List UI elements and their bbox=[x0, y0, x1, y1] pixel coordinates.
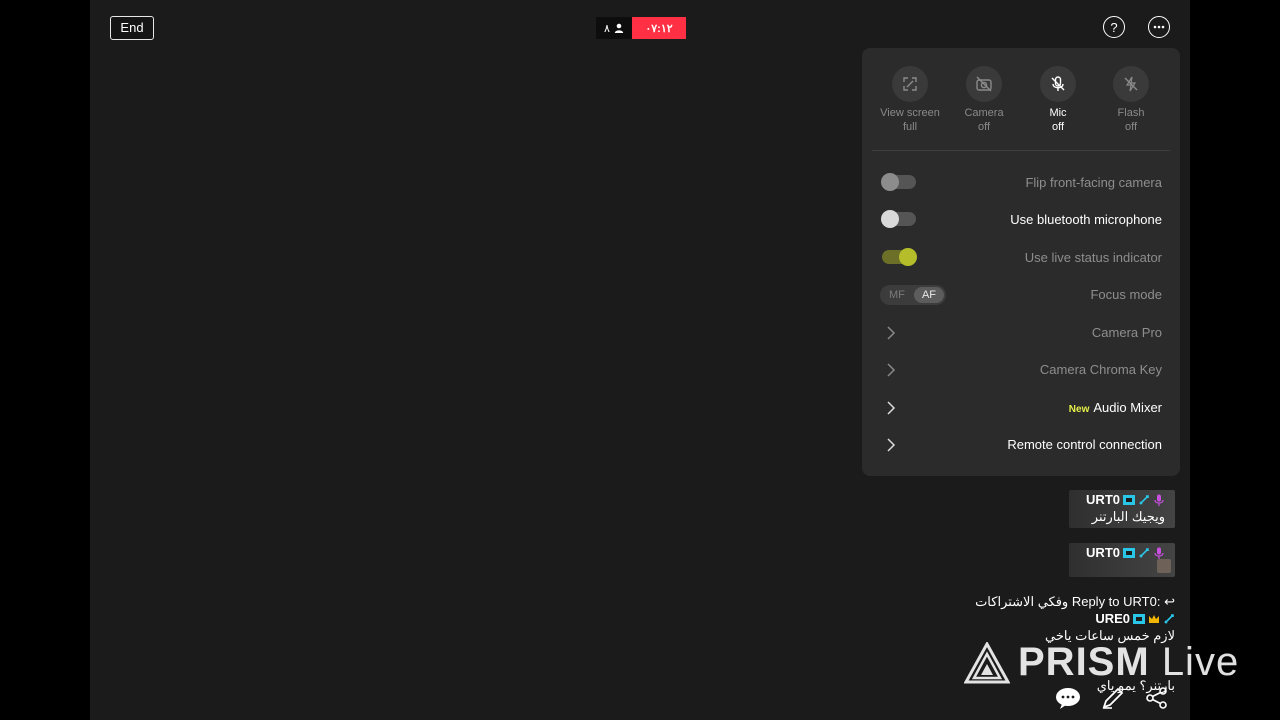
remote-control-label: Remote control connection bbox=[1007, 437, 1162, 452]
prism-logo-icon bbox=[964, 641, 1010, 683]
focus-mode-switch[interactable]: MF AF bbox=[880, 285, 946, 305]
more-icon[interactable] bbox=[1148, 16, 1170, 38]
mic-off-button[interactable]: Mic off bbox=[1018, 66, 1098, 134]
live-timer: ٠٧:١٢ bbox=[632, 17, 686, 39]
chat-user-header: URT0 bbox=[1086, 545, 1165, 560]
chevron-right-icon bbox=[887, 326, 896, 340]
help-icon[interactable]: ? bbox=[1103, 16, 1125, 38]
chevron-right-icon bbox=[887, 401, 896, 415]
live-status-indicator: ٨ ٠٧:١٢ bbox=[596, 17, 686, 39]
mic-icon bbox=[1154, 547, 1164, 559]
fullscreen-icon bbox=[903, 77, 917, 91]
view-screen-full-button[interactable]: View screen full bbox=[870, 66, 950, 134]
flash-state: off bbox=[1124, 121, 1138, 133]
camera-pro-label: Camera Pro bbox=[1091, 325, 1162, 340]
focus-af-option[interactable]: AF bbox=[914, 287, 944, 303]
audio-mixer-label: New Audio Mixer bbox=[1069, 400, 1162, 415]
reply-text: وفكي الاشتراكات bbox=[975, 594, 1069, 609]
audio-mixer-text: Audio Mixer bbox=[1093, 400, 1162, 415]
chat-text: ويجيك البارتنر bbox=[1091, 509, 1165, 524]
mic-label: Mic bbox=[1049, 107, 1067, 119]
camera-state: off bbox=[977, 121, 991, 133]
person-icon bbox=[614, 23, 624, 33]
chroma-key-label: Camera Chroma Key bbox=[1039, 362, 1162, 377]
mic-state: off bbox=[1051, 121, 1065, 133]
flip-camera-label: Flip front-facing camera bbox=[1025, 175, 1162, 190]
panel-divider bbox=[872, 150, 1170, 151]
chat-user-header: URE0 bbox=[1095, 611, 1175, 626]
prism-wordmark: PRISM Live bbox=[1018, 640, 1239, 685]
flash-label: Flash bbox=[1117, 107, 1145, 119]
focus-mode-row: MF AF Focus mode bbox=[862, 280, 1180, 310]
view-screen-label: View screen bbox=[880, 107, 940, 119]
chat-user-header: URT0 bbox=[1086, 492, 1165, 507]
camera-off-icon bbox=[976, 76, 992, 92]
flip-camera-toggle[interactable] bbox=[881, 173, 916, 191]
crown-icon bbox=[1149, 614, 1159, 623]
reply-prefix: Reply to URT0: bbox=[1071, 594, 1161, 609]
chat-username: URE0 bbox=[1095, 611, 1130, 626]
viewer-count-value: ٨ bbox=[604, 22, 610, 35]
focus-mode-label: Focus mode bbox=[1090, 287, 1162, 302]
reply-arrow-icon: ↩ bbox=[1164, 594, 1175, 609]
focus-mf-option[interactable]: MF bbox=[889, 289, 905, 301]
chevron-right-icon bbox=[887, 363, 896, 377]
chroma-key-row[interactable]: Camera Chroma Key bbox=[862, 355, 1180, 385]
view-screen-state: full bbox=[902, 121, 918, 133]
sword-icon bbox=[1139, 494, 1149, 505]
chevron-right-icon bbox=[887, 438, 896, 452]
camera-off-button[interactable]: Camera off bbox=[944, 66, 1024, 134]
chat-message: URT0 bbox=[1069, 543, 1175, 577]
prism-brand: PRISM bbox=[1018, 640, 1150, 684]
live-indicator-row: Use live status indicator bbox=[862, 243, 1180, 273]
level-badge-icon bbox=[1123, 494, 1135, 505]
level-badge-icon bbox=[1133, 613, 1145, 624]
sword-icon bbox=[1139, 547, 1149, 558]
mic-off-icon bbox=[1051, 76, 1065, 91]
prism-suffix: Live bbox=[1161, 640, 1240, 684]
live-indicator-label: Use live status indicator bbox=[1024, 250, 1162, 265]
chat-username: URT0 bbox=[1086, 492, 1120, 507]
flash-off-button[interactable]: Flash off bbox=[1091, 66, 1171, 134]
chat-username: URT0 bbox=[1086, 545, 1120, 560]
camera-label: Camera bbox=[964, 107, 1004, 119]
settings-panel: View screen full Camera off Mic off Flas… bbox=[862, 48, 1180, 476]
chat-message: URT0 ويجيك البارتنر bbox=[1069, 490, 1175, 528]
share-icon[interactable] bbox=[1144, 686, 1170, 710]
flash-off-icon bbox=[1124, 76, 1138, 92]
viewer-count: ٨ bbox=[596, 17, 632, 39]
mic-icon bbox=[1154, 494, 1164, 506]
bluetooth-mic-row: Use bluetooth microphone bbox=[862, 205, 1180, 235]
remote-control-row[interactable]: Remote control connection bbox=[862, 430, 1180, 460]
bluetooth-mic-toggle[interactable] bbox=[881, 210, 916, 228]
audio-mixer-row[interactable]: New Audio Mixer bbox=[862, 393, 1180, 423]
new-badge: New bbox=[1068, 404, 1090, 415]
sword-icon bbox=[1164, 613, 1174, 624]
live-indicator-toggle[interactable] bbox=[882, 248, 917, 266]
sticker-image bbox=[1157, 559, 1171, 573]
bluetooth-mic-label: Use bluetooth microphone bbox=[1010, 212, 1162, 227]
reply-line: وفكي الاشتراكات Reply to URT0: ↩ bbox=[975, 594, 1175, 610]
draw-pen-icon[interactable] bbox=[1100, 686, 1126, 710]
flip-camera-row: Flip front-facing camera bbox=[862, 168, 1180, 198]
end-stream-button[interactable]: End bbox=[110, 16, 154, 40]
camera-pro-row[interactable]: Camera Pro bbox=[862, 318, 1180, 348]
prism-live-watermark: PRISM Live bbox=[964, 640, 1239, 685]
level-badge-icon bbox=[1123, 547, 1135, 558]
chat-bubble-icon[interactable] bbox=[1055, 686, 1081, 710]
